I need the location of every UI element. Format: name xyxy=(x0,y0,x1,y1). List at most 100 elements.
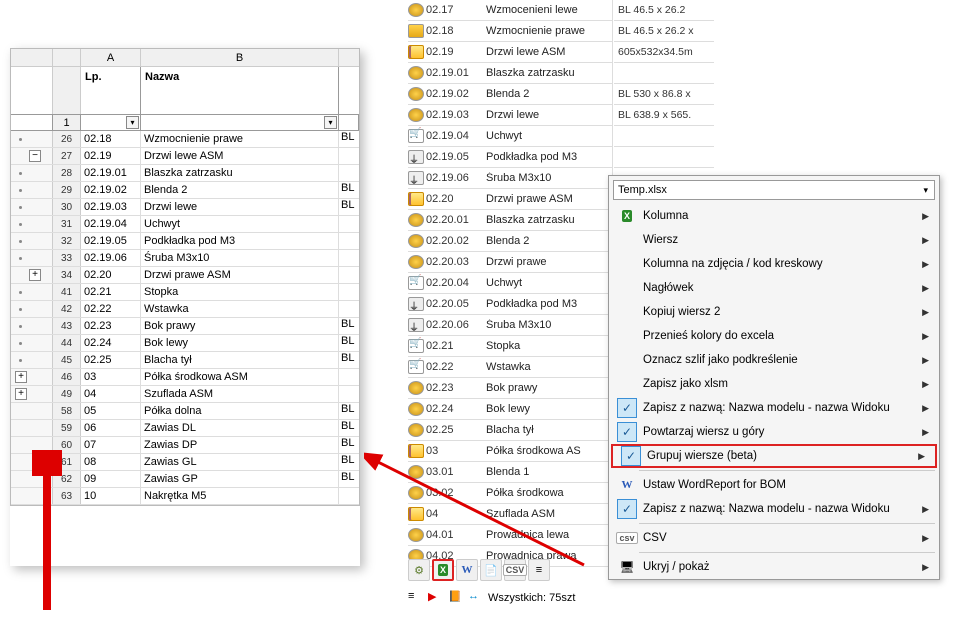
cell-extra[interactable]: BL xyxy=(339,182,359,198)
cell-extra[interactable] xyxy=(339,386,359,402)
excel-row[interactable]: +3402.20Drzwi prawe ASM xyxy=(11,267,359,284)
cell-lp[interactable]: 02.22 xyxy=(81,301,141,317)
bom-row[interactable]: 03.02Półka środkowa xyxy=(408,483,612,504)
outline-collapse-btn[interactable]: − xyxy=(29,150,41,162)
cell-lp[interactable]: 02.25 xyxy=(81,352,141,368)
cell-extra[interactable] xyxy=(339,233,359,249)
menu-item[interactable]: Kopiuj wiersz 2▶ xyxy=(609,300,939,324)
row-number[interactable]: 58 xyxy=(53,403,81,419)
cell-extra[interactable]: BL xyxy=(339,403,359,419)
menu-item[interactable]: ✓Zapisz z nazwą: Nazwa modelu - nazwa Wi… xyxy=(609,396,939,420)
cell-lp[interactable]: 03 xyxy=(81,369,141,385)
bom-row[interactable]: 02.22Wstawka xyxy=(408,357,612,378)
cell-lp[interactable]: 02.18 xyxy=(81,131,141,147)
bom-row[interactable]: 02.21Stopka xyxy=(408,336,612,357)
csv-button[interactable]: CSV xyxy=(504,559,526,581)
cell-extra[interactable]: BL xyxy=(339,131,359,147)
cell-lp[interactable]: 02.19.05 xyxy=(81,233,141,249)
menu-item[interactable]: csvCSV▶ xyxy=(609,526,939,550)
cell-lp[interactable]: 02.19 xyxy=(81,148,141,164)
cell-nazwa[interactable]: Blaszka zatrzasku xyxy=(141,165,339,181)
cell-nazwa[interactable]: Drzwi lewe xyxy=(141,199,339,215)
excel-row[interactable]: 3202.19.05Podkładka pod M3 xyxy=(11,233,359,250)
cell-extra[interactable]: BL xyxy=(339,454,359,470)
row-number[interactable]: 31 xyxy=(53,216,81,232)
bom-row[interactable]: 03.01Blenda 1 xyxy=(408,462,612,483)
cell-nazwa[interactable]: Wstawka xyxy=(141,301,339,317)
excel-row[interactable]: 4202.22Wstawka xyxy=(11,301,359,318)
bom-row[interactable]: 03Półka środkowa AS xyxy=(408,441,612,462)
cell-lp[interactable]: 02.19.04 xyxy=(81,216,141,232)
excel-row[interactable]: 6209Zawias GPBL xyxy=(11,471,359,488)
bom-row[interactable]: 02.20Drzwi prawe ASM xyxy=(408,189,612,210)
cell-extra[interactable] xyxy=(339,284,359,300)
filter-btn-b[interactable]: ▾ xyxy=(324,116,337,129)
cell-lp[interactable]: 02.19.06 xyxy=(81,250,141,266)
menu-item[interactable]: ✓Grupuj wiersze (beta)▶ xyxy=(611,444,937,468)
cell-nazwa[interactable]: Uchwyt xyxy=(141,216,339,232)
cell-extra[interactable] xyxy=(339,301,359,317)
outline-expand-btn[interactable]: + xyxy=(15,388,27,400)
excel-row[interactable]: 3302.19.06Śruba M3x10 xyxy=(11,250,359,267)
cell-extra[interactable]: BL xyxy=(339,420,359,436)
cell-lp[interactable]: 05 xyxy=(81,403,141,419)
cell-lp[interactable]: 02.24 xyxy=(81,335,141,351)
cell-extra[interactable] xyxy=(339,267,359,283)
bom-row[interactable]: 04Szuflada ASM xyxy=(408,504,612,525)
teamviewer-icon[interactable]: ↔ xyxy=(468,590,484,606)
row-number[interactable]: 34 xyxy=(53,267,81,283)
excel-export-button[interactable]: X xyxy=(432,559,454,581)
cell-extra[interactable] xyxy=(339,165,359,181)
cell-nazwa[interactable]: Blacha tył xyxy=(141,352,339,368)
cell-lp[interactable]: 08 xyxy=(81,454,141,470)
cell-lp[interactable]: 02.23 xyxy=(81,318,141,334)
menu-item[interactable]: Nagłówek▶ xyxy=(609,276,939,300)
cell-nazwa[interactable]: Drzwi prawe ASM xyxy=(141,267,339,283)
menu-item[interactable]: Kolumna na zdjęcia / kod kreskowy▶ xyxy=(609,252,939,276)
cell-extra[interactable]: BL xyxy=(339,318,359,334)
bom-row[interactable]: 02.19Drzwi lewe ASM xyxy=(408,42,612,63)
excel-row[interactable]: 4302.23Bok prawyBL xyxy=(11,318,359,335)
menu-item[interactable]: XKolumna▶ xyxy=(609,204,939,228)
excel-row[interactable]: 5805Półka dolnaBL xyxy=(11,403,359,420)
bom-row[interactable]: 02.20.06Śruba M3x10 xyxy=(408,315,612,336)
bom-row[interactable]: 02.24Bok lewy xyxy=(408,399,612,420)
row-number[interactable]: 59 xyxy=(53,420,81,436)
menu-item[interactable]: Oznacz szlif jako podkreślenie▶ xyxy=(609,348,939,372)
bom-row[interactable]: 02.23Bok prawy xyxy=(408,378,612,399)
row-number[interactable]: 49 xyxy=(53,386,81,402)
cell-nazwa[interactable]: Bok lewy xyxy=(141,335,339,351)
bom-row[interactable]: 02.20.01Blaszka zatrzasku xyxy=(408,210,612,231)
bom-row[interactable]: 02.20.04Uchwyt xyxy=(408,273,612,294)
list-button[interactable]: ≡ xyxy=(528,559,550,581)
outline-expand-btn[interactable]: + xyxy=(15,371,27,383)
cell-nazwa[interactable]: Nakrętka M5 xyxy=(141,488,339,504)
excel-row[interactable]: 4502.25Blacha tyłBL xyxy=(11,352,359,369)
cell-lp[interactable]: 09 xyxy=(81,471,141,487)
bom-row[interactable]: 04.01Prowadnica lewa xyxy=(408,525,612,546)
word-export-button[interactable]: W xyxy=(456,559,478,581)
filter-btn-a[interactable]: ▾ xyxy=(126,116,139,129)
cell-lp[interactable]: 02.19.01 xyxy=(81,165,141,181)
col-a-header[interactable]: A xyxy=(81,49,141,66)
youtube-icon[interactable]: ▶ xyxy=(428,590,444,606)
book-icon[interactable]: 📙 xyxy=(448,590,464,606)
row-number[interactable]: 27 xyxy=(53,148,81,164)
row-number[interactable]: 43 xyxy=(53,318,81,334)
row-number[interactable]: 42 xyxy=(53,301,81,317)
cell-extra[interactable]: BL xyxy=(339,352,359,368)
col-b-header[interactable]: B xyxy=(141,49,339,66)
cell-nazwa[interactable]: Zawias DP xyxy=(141,437,339,453)
cell-nazwa[interactable]: Szuflada ASM xyxy=(141,386,339,402)
row-number[interactable]: 33 xyxy=(53,250,81,266)
cell-extra[interactable]: BL xyxy=(339,335,359,351)
bom-row[interactable]: 02.19.06Śruba M3x10 xyxy=(408,168,612,189)
cell-lp[interactable]: 02.21 xyxy=(81,284,141,300)
settings-button[interactable] xyxy=(408,559,430,581)
cell-nazwa[interactable]: Drzwi lewe ASM xyxy=(141,148,339,164)
menu-item[interactable]: Przenieś kolory do excela▶ xyxy=(609,324,939,348)
cell-extra[interactable] xyxy=(339,148,359,164)
row-number[interactable]: 30 xyxy=(53,199,81,215)
excel-row[interactable]: 3102.19.04Uchwyt xyxy=(11,216,359,233)
excel-row[interactable]: 4402.24Bok lewyBL xyxy=(11,335,359,352)
